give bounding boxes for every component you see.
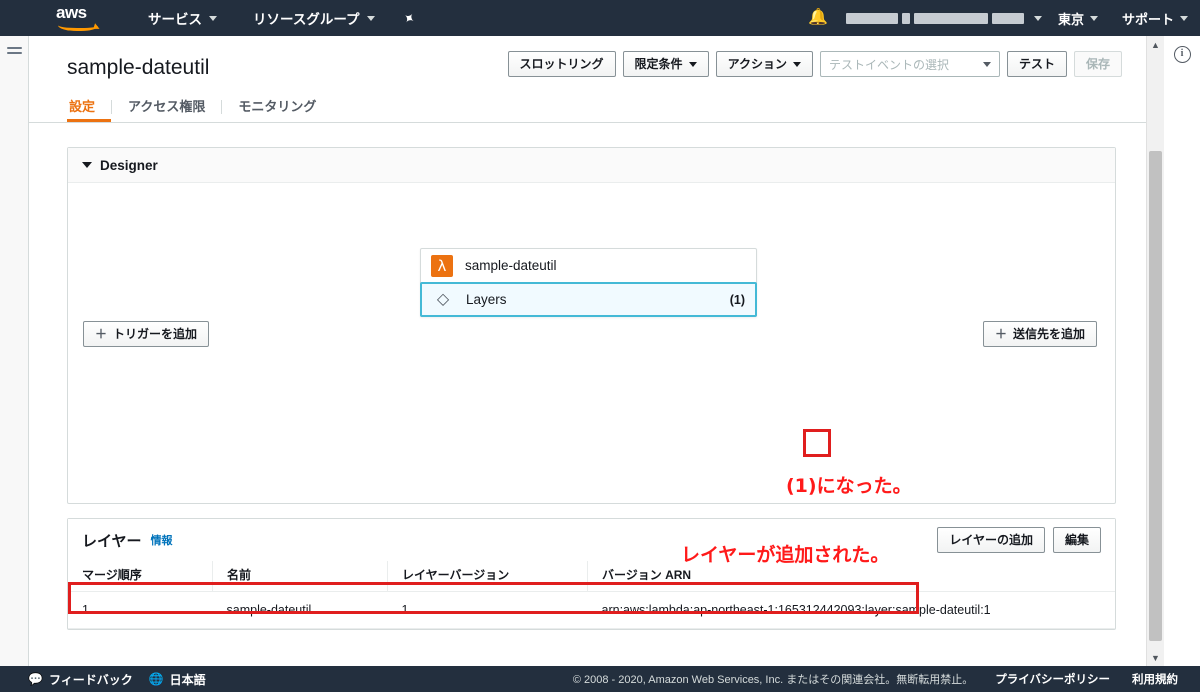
edit-layers-button[interactable]: 編集 [1052,527,1101,553]
chevron-down-icon [209,15,217,21]
page-toolbar: スロットリング 限定条件 アクション テストイベントの選択 テスト 保存 [507,51,1122,77]
add-layer-button[interactable]: レイヤーの追加 [937,527,1045,553]
column-header-merge-order: マージ順序 [68,561,213,592]
designer-title: Designer [100,157,158,173]
nav-services[interactable]: サービス [138,0,227,36]
feedback-button[interactable]: 💬 フィードバック [28,671,133,688]
test-button[interactable]: テスト [1006,51,1067,77]
annotation-text-layers-count: (1)になった。 [786,475,912,497]
page-footer: 💬 フィードバック 🌐 日本語 © 2008 - 2020, Amazon We… [0,666,1200,692]
cell-layer-version: 1 [387,591,588,629]
chevron-down-icon [982,61,991,67]
support-label: サポート [1121,11,1174,27]
nav-resource-groups-label: リソースグループ [253,12,360,27]
lambda-icon: λ [431,254,453,277]
chevron-down-icon [792,62,801,68]
cell-merge-order: 1 [68,591,213,629]
support-menu[interactable]: サポート [1110,9,1200,28]
language-selector[interactable]: 🌐 日本語 [149,671,206,688]
chevron-down-icon [366,15,375,21]
nav-right-group: 🔔 東京 サポート [794,0,1200,36]
function-card[interactable]: λ sample-dateutil ◇ Layers (1) [420,248,757,317]
chevron-down-icon [1089,15,1098,21]
save-button[interactable]: 保存 [1073,51,1122,77]
annotation-highlight-layers-count [803,429,831,457]
designer-panel-body: ＋ トリガーを追加 ＋ 送信先を追加 λ sample-dateutil ◇ Lay… [68,183,1115,503]
main-content: sample-dateutil スロットリング 限定条件 アクション テストイベ… [29,36,1146,666]
feedback-label: フィードバック [48,672,133,687]
designer-canvas: ＋ トリガーを追加 ＋ 送信先を追加 λ sample-dateutil ◇ Lay… [68,183,1115,503]
pin-icon[interactable]: ✦ [399,8,418,29]
page-tabs: 設定 アクセス権限 モニタリング [29,94,1146,123]
page-scrollbar[interactable]: ▲ ▼ [1146,36,1164,666]
left-rail [0,36,29,666]
chevron-down-icon [688,62,697,68]
nav-services-label: サービス [148,12,202,27]
globe-icon: 🌐 [148,672,164,686]
notifications-bell-icon[interactable]: 🔔 [794,10,842,26]
hamburger-menu-icon[interactable] [6,47,22,54]
designer-layers-count: (1) [729,292,745,307]
layers-panel-header: レイヤー 情報 レイヤーの追加 編集 [68,519,1115,561]
privacy-policy-link[interactable]: プライバシーポリシー [995,671,1110,687]
aws-logo-text: aws [56,3,87,22]
right-rail: i [1163,36,1200,666]
plus-icon: ＋ [994,327,1007,341]
layers-panel: レイヤー 情報 レイヤーの追加 編集 マージ順序 名前 レイヤーバージョン バー… [67,518,1116,630]
language-label: 日本語 [169,672,206,687]
add-destination-label: 送信先を追加 [1012,327,1085,341]
function-card-header[interactable]: λ sample-dateutil [421,249,756,282]
test-event-select[interactable]: テストイベントの選択 [819,51,1000,77]
collapse-triangle-icon[interactable] [82,162,92,168]
global-navigation-bar: aws サービス リソースグループ ✦ 🔔 東京 サポート [0,0,1200,36]
chevron-down-icon [1033,15,1042,21]
designer-layers-label: Layers [466,292,507,307]
layers-panel-title: レイヤー [82,532,142,550]
region-label: 東京 [1057,11,1084,27]
tab-monitoring[interactable]: モニタリング [222,96,332,122]
table-header-row: マージ順序 名前 レイヤーバージョン バージョン ARN [68,561,1115,592]
tab-permissions[interactable]: アクセス権限 [112,96,221,122]
account-menu[interactable] [842,12,1046,24]
designer-panel-header[interactable]: Designer [68,148,1115,183]
footer-right-group: © 2008 - 2020, Amazon Web Services, Inc.… [573,671,1178,687]
info-link[interactable]: 情報 [151,532,173,548]
add-trigger-label: トリガーを追加 [113,327,198,341]
speech-bubble-icon: 💬 [28,672,43,686]
table-row[interactable]: 1 sample-dateutil 1 arn:aws:lambda:ap-no… [68,591,1115,629]
footer-left-group: 💬 フィードバック 🌐 日本語 [28,671,206,688]
layers-stack-icon: ◇ [436,290,450,308]
aws-logo-smile-icon [58,19,98,31]
scroll-down-arrow-icon[interactable]: ▼ [1147,649,1164,666]
designer-layers-row[interactable]: ◇ Layers (1) [420,282,757,317]
region-menu[interactable]: 東京 [1046,9,1110,28]
nav-resource-groups[interactable]: リソースグループ [243,0,385,36]
actions-label: アクション [727,57,787,71]
add-destination-button[interactable]: ＋ 送信先を追加 [982,321,1097,347]
cell-name: sample-dateutil [212,591,388,629]
throttle-button[interactable]: スロットリング [507,51,616,77]
function-card-name: sample-dateutil [465,258,557,273]
tab-settings[interactable]: 設定 [67,96,111,122]
add-trigger-button[interactable]: ＋ トリガーを追加 [83,321,210,347]
actions-button[interactable]: アクション [715,51,813,77]
terms-of-use-link[interactable]: 利用規約 [1132,671,1178,687]
column-header-name: 名前 [212,561,388,592]
test-event-placeholder: テストイベントの選択 [828,57,949,72]
column-header-layer-version: レイヤーバージョン [387,561,588,592]
copyright-text: © 2008 - 2020, Amazon Web Services, Inc.… [572,674,974,686]
layers-panel-actions: レイヤーの追加 編集 [937,527,1101,553]
info-icon[interactable]: i [1173,46,1191,63]
cell-version-arn: arn:aws:lambda:ap-northeast-1:1653124420… [587,591,1115,629]
qualifiers-label: 限定条件 [634,57,683,71]
plus-icon: ＋ [95,327,108,341]
qualifiers-button[interactable]: 限定条件 [622,51,709,77]
annotation-text-layer-added: レイヤーが追加された。 [681,544,890,566]
layers-table: マージ順序 名前 レイヤーバージョン バージョン ARN 1 sample-da… [68,561,1115,629]
scroll-up-arrow-icon[interactable]: ▲ [1147,36,1164,53]
scrollbar-thumb[interactable] [1149,151,1162,641]
designer-panel: Designer ＋ トリガーを追加 ＋ 送信先を追加 λ sample-dateu… [67,147,1116,504]
chevron-down-icon [1180,15,1188,21]
aws-logo[interactable]: aws [56,3,102,31]
